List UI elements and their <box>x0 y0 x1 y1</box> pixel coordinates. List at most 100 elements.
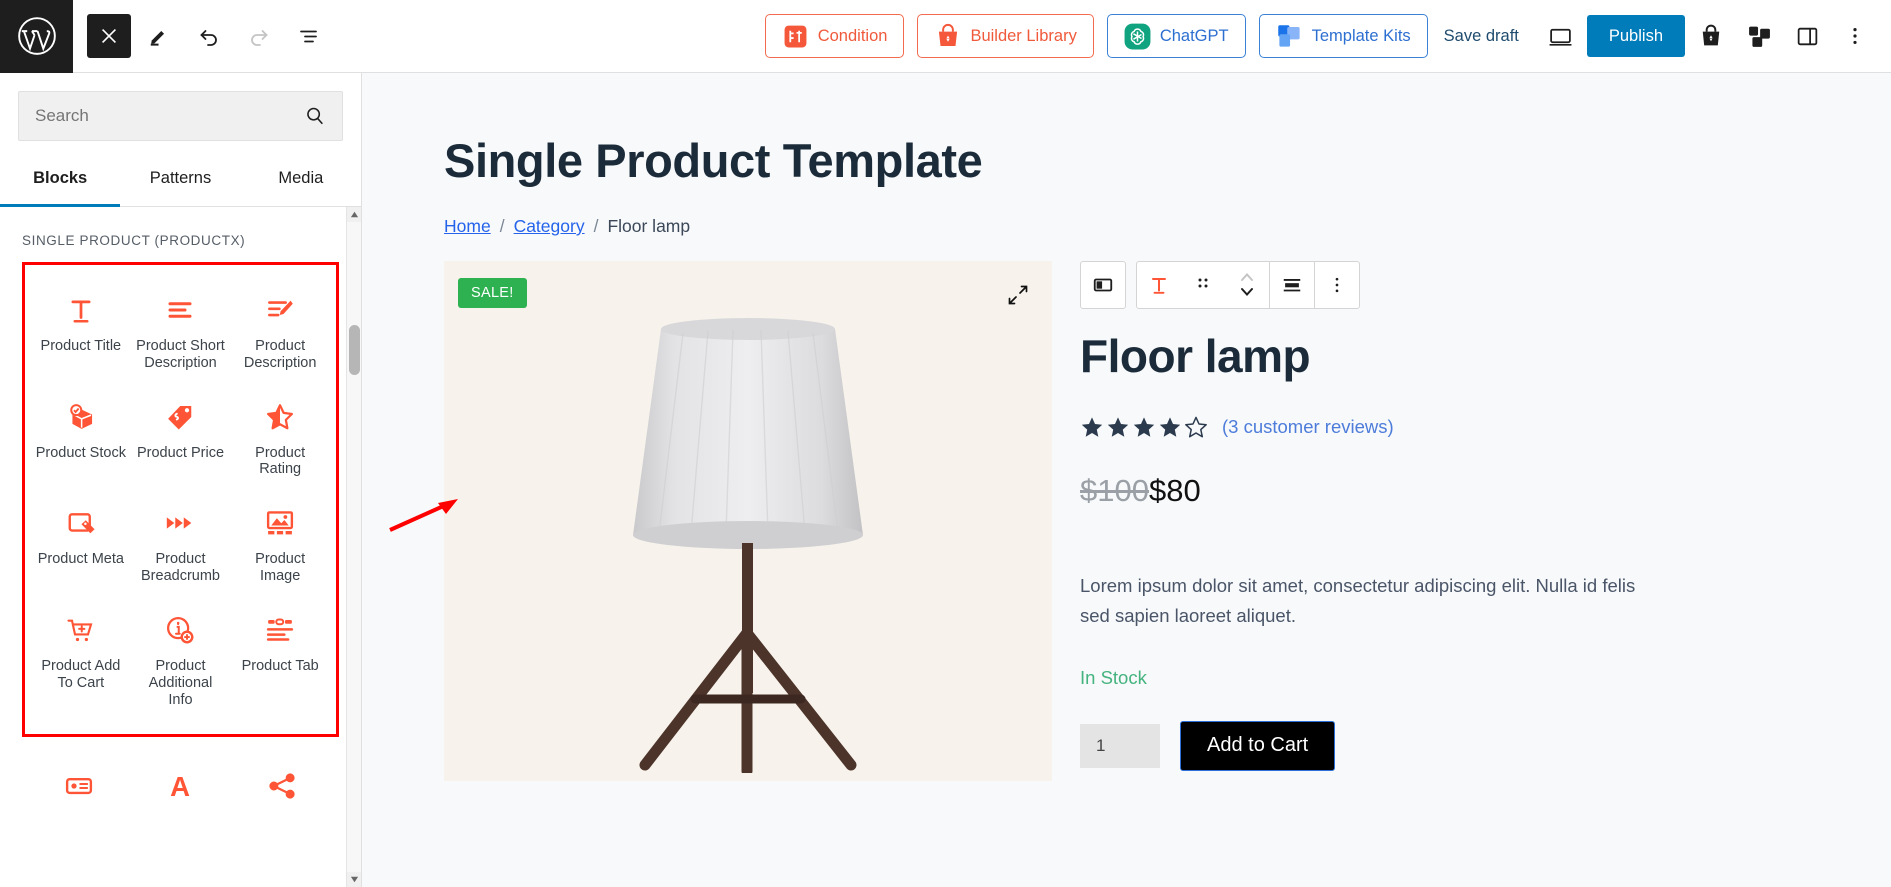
list-view-icon[interactable] <box>287 14 331 58</box>
block-label: Product Add To Cart <box>41 657 121 691</box>
search-area <box>0 73 361 141</box>
scrollbar-thumb[interactable] <box>349 325 360 375</box>
floor-lamp-product-image <box>444 303 1052 773</box>
quantity-input[interactable] <box>1080 723 1160 768</box>
breadcrumb: Home / Category / Floor lamp <box>362 188 1891 237</box>
block-category-title: SINGLE PRODUCT (PRODUCTX) <box>22 233 246 248</box>
tab-blocks[interactable]: Blocks <box>0 155 121 207</box>
scroll-down-arrow-icon[interactable] <box>347 872 361 887</box>
template-kits-icon <box>1276 23 1303 50</box>
block-product-price[interactable]: Product Price <box>131 386 231 493</box>
product-short-description[interactable]: Lorem ipsum dolor sit amet, consectetur … <box>1080 571 1640 631</box>
redo-arrow-icon[interactable] <box>237 14 281 58</box>
desktop-preview-icon[interactable] <box>1539 14 1583 58</box>
next-block-group: A <box>22 737 339 828</box>
block-product-description[interactable]: Product Description <box>230 279 330 386</box>
chatgpt-icon <box>1124 23 1151 50</box>
block-toolbar <box>1080 261 1831 309</box>
product-stock-box-icon <box>66 400 96 434</box>
save-draft-button[interactable]: Save draft <box>1428 15 1535 57</box>
chatgpt-button[interactable]: ChatGPT <box>1106 14 1246 58</box>
add-to-cart-row: Add to Cart <box>1080 720 1831 771</box>
breadcrumb-current: Floor lamp <box>607 216 691 236</box>
star-rating <box>1080 415 1208 439</box>
product-title-icon <box>66 293 96 327</box>
block-product-short-description[interactable]: Product Short Description <box>131 279 231 386</box>
add-to-cart-button[interactable]: Add to Cart <box>1180 720 1336 771</box>
block-product-tab[interactable]: Product Tab <box>230 599 330 722</box>
block-label: Product Breadcrumb <box>141 551 220 585</box>
product-short-description-icon <box>165 293 195 327</box>
product-title[interactable]: Floor lamp <box>1080 329 1831 383</box>
undo-arrow-icon[interactable] <box>187 14 231 58</box>
product-layout: SALE! Floor lamp (3 customer reviews) $1… <box>362 237 1891 781</box>
sidebar-panel-icon[interactable] <box>1785 14 1829 58</box>
tab-patterns[interactable]: Patterns <box>120 155 240 207</box>
block-inserter-sidebar: Blocks Patterns Media SINGLE PRODUCT (PR… <box>0 73 362 887</box>
block-product-image[interactable]: Product Image <box>230 492 330 599</box>
woocommerce-bag-icon[interactable] <box>1689 14 1733 58</box>
product-image-icon <box>265 506 295 540</box>
search-box[interactable] <box>18 91 343 141</box>
price-current: $80 <box>1148 473 1201 508</box>
star-filled-icon <box>1159 417 1181 437</box>
chatgpt-label: ChatGPT <box>1159 26 1229 45</box>
breadcrumb-link-category[interactable]: Category <box>514 216 585 237</box>
block-overflow-text[interactable]: A <box>130 755 232 828</box>
pencil-edit-icon[interactable] <box>137 14 181 58</box>
template-kits-button[interactable]: Template Kits <box>1258 14 1428 58</box>
close-icon[interactable] <box>87 14 131 58</box>
text-letter-a-icon: A <box>165 769 195 803</box>
three-dots-vertical-icon[interactable] <box>1833 14 1877 58</box>
move-up-down-icon[interactable] <box>1225 261 1269 309</box>
block-options-toolbar[interactable] <box>1136 261 1360 309</box>
publish-button[interactable]: Publish <box>1586 15 1685 57</box>
block-product-title[interactable]: Product Title <box>31 279 131 386</box>
product-image-block[interactable]: SALE! <box>444 261 1052 781</box>
block-product-add-to-cart[interactable]: Product Add To Cart <box>31 599 131 722</box>
blocks-grid-icon[interactable] <box>1737 14 1781 58</box>
product-tab-icon <box>265 613 295 647</box>
breadcrumb-separator: / <box>499 216 505 236</box>
condition-button[interactable]: Condition <box>764 14 905 58</box>
product-title-block-icon[interactable] <box>1137 261 1181 309</box>
search-input[interactable] <box>19 106 304 126</box>
block-product-stock[interactable]: Product Stock <box>31 386 131 493</box>
breadcrumb-link-home[interactable]: Home <box>444 216 491 237</box>
star-filled-icon <box>1133 417 1155 437</box>
scroll-up-arrow-icon[interactable] <box>347 207 361 222</box>
svg-text:A: A <box>171 771 191 801</box>
drag-handle-icon[interactable] <box>1181 261 1225 309</box>
template-kits-label: Template Kits <box>1311 26 1411 45</box>
inserter-tabs: Blocks Patterns Media <box>0 155 361 207</box>
star-empty-icon <box>1185 416 1207 438</box>
builder-library-label: Builder Library <box>970 26 1077 45</box>
block-label: Product Meta <box>37 551 124 568</box>
block-product-additional-info[interactable]: Product Additional Info <box>131 599 231 722</box>
product-additional-info-icon <box>165 613 195 647</box>
product-rating-star-icon <box>265 400 295 434</box>
block-parent-selector[interactable] <box>1080 261 1126 309</box>
block-product-breadcrumb[interactable]: Product Breadcrumb <box>131 492 231 599</box>
block-overflow-gallery[interactable] <box>28 755 130 828</box>
block-overflow-share[interactable] <box>231 755 333 828</box>
publish-group: Save draft Publish <box>1428 14 1891 58</box>
search-icon[interactable] <box>304 105 342 127</box>
product-rating: (3 customer reviews) <box>1080 415 1831 439</box>
breadcrumb-separator: / <box>593 216 599 236</box>
plugin-buttons-group: Condition Builder Library ChatGPT Templa… <box>764 14 1428 58</box>
builder-library-button[interactable]: Builder Library <box>917 14 1094 58</box>
product-meta-icon <box>66 506 96 540</box>
align-icon[interactable] <box>1270 261 1314 309</box>
column-layout-icon[interactable] <box>1081 261 1125 309</box>
customer-reviews-link[interactable]: (3 customer reviews) <box>1222 416 1394 438</box>
product-info-block: Floor lamp (3 customer reviews) $100$80 … <box>1080 261 1891 781</box>
tab-media[interactable]: Media <box>241 155 361 207</box>
product-price: $100$80 <box>1080 473 1831 509</box>
wordpress-logo-icon[interactable] <box>0 0 73 73</box>
block-product-meta[interactable]: Product Meta <box>31 492 131 599</box>
sidebar-scrollbar[interactable] <box>346 207 361 887</box>
block-product-rating[interactable]: Product Rating <box>230 386 330 493</box>
options-three-dots-icon[interactable] <box>1315 261 1359 309</box>
block-label: Product Price <box>136 444 225 461</box>
